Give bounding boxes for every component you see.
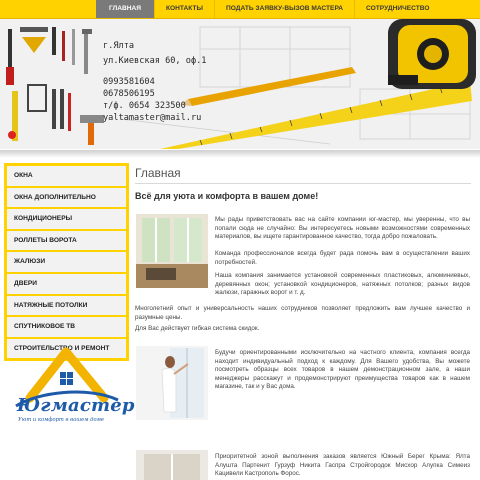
header-banner: г.Ялта ул.Киевская 60, оф.1 0993581604 0… (0, 19, 480, 149)
sidebar-item-blinds[interactable]: ЖАЛЮЗИ (7, 252, 126, 274)
sidebar-item-windows[interactable]: ОКНА (7, 166, 126, 188)
page-title: Главная (135, 166, 181, 180)
services-paragraph: Наша компания занимается установкой совр… (215, 272, 470, 297)
nav-item-contacts[interactable]: КОНТАКТЫ (155, 0, 215, 18)
main-nav: ГЛАВНАЯ КОНТАКТЫ ПОДАТЬ ЗАЯВКУ-ВЫЗОВ МАС… (96, 0, 440, 18)
sidebar-menu: ОКНА ОКНА ДОПОЛНИТЕЛЬНО КОНДИЦИОНЕРЫ РОЛ… (4, 163, 129, 362)
sidebar-item-satellite-tv[interactable]: СПУТНИКОВОЕ ТВ (7, 317, 126, 339)
header-shadow (0, 150, 480, 158)
intro-paragraph: Мы рады приветствовать вас на сайте комп… (215, 216, 470, 241)
interior-windows-photo (136, 214, 208, 288)
page-subtitle: Всё для уюта и комфорта в вашем доме! (135, 191, 319, 201)
contact-phone-2: 0678506195 (103, 89, 155, 99)
client-approach-paragraph: Будучи ориентированными исключительно на… (215, 349, 470, 391)
contact-email[interactable]: yaltamaster@mail.ru (103, 113, 201, 123)
nav-item-cooperation[interactable]: СОТРУДНИЧЕСТВО (355, 0, 440, 18)
sidebar-item-windows-extra[interactable]: ОКНА ДОПОЛНИТЕЛЬНО (7, 187, 126, 210)
nav-item-home[interactable]: ГЛАВНАЯ (96, 0, 155, 18)
contact-phone-3: т/ф. 0654 323500 (103, 101, 186, 111)
sidebar-item-air-conditioners[interactable]: КОНДИЦИОНЕРЫ (7, 209, 126, 231)
discount-paragraph: Для Вас действует гибкая система скидок. (135, 325, 260, 332)
contact-phone-1: 0993581604 (103, 77, 155, 87)
sidebar-item-doors[interactable]: ДВЕРИ (7, 273, 126, 296)
woman-at-window-photo (136, 346, 208, 420)
contact-address: ул.Киевская 60, оф.1 (103, 56, 207, 66)
team-paragraph: Команда профессионалов всегда будет рада… (215, 250, 470, 266)
logo-tagline: Уют и комфорт в вашем доме (18, 417, 104, 423)
tools-and-tape-measure-illustration (6, 19, 476, 149)
interior-photo-3 (136, 450, 208, 480)
service-area-paragraph: Приоритетной зоной выполнения заказов яв… (215, 453, 470, 478)
contact-city: г.Ялта (103, 41, 135, 51)
title-divider (135, 183, 471, 184)
sidebar-item-roller-shutters[interactable]: РОЛЛЕТЫ ВОРОТА (7, 230, 126, 253)
nav-item-request-master[interactable]: ПОДАТЬ ЗАЯВКУ-ВЫЗОВ МАСТЕРА (215, 0, 356, 18)
logo-name: Югмастер (17, 395, 135, 416)
top-nav-bar: ГЛАВНАЯ КОНТАКТЫ ПОДАТЬ ЗАЯВКУ-ВЫЗОВ МАС… (0, 0, 480, 19)
sidebar-item-stretch-ceilings[interactable]: НАТЯЖНЫЕ ПОТОЛКИ (7, 295, 126, 318)
experience-paragraph: Многолетний опыт и универсальность наших… (135, 305, 470, 321)
